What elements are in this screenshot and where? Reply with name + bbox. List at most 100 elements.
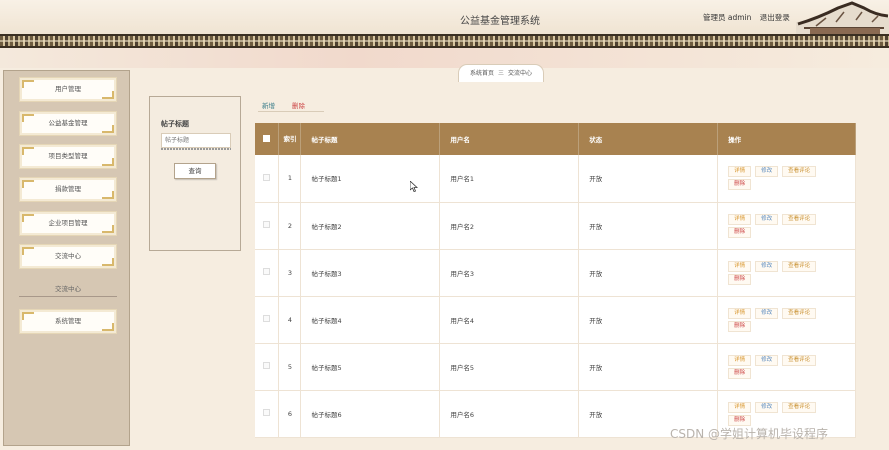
column-header-title: 帖子标题 — [300, 123, 441, 155]
row-status: 开放 — [578, 343, 719, 391]
mouse-cursor-icon — [410, 181, 418, 192]
view-comments-button[interactable]: 查看评论 — [782, 166, 817, 178]
breadcrumb-separator-icon: 三 — [497, 70, 504, 77]
detail-button[interactable]: 详情 — [728, 354, 752, 366]
submenu-divider — [19, 296, 117, 297]
row-title: 帖子标题4 — [300, 296, 441, 344]
row-actions: 详情 修改 查看评论删除 — [717, 155, 856, 203]
row-username: 用户名5 — [439, 343, 580, 391]
posts-table: 索引 帖子标题 用户名 状态 操作 1 帖子标题1 用户名1 开放 详情 修改 查看评论 删除… — [255, 123, 856, 438]
top-header: 公益基金管理系统 管理员 admin 退出登录 — [0, 0, 889, 36]
row-username: 用户名3 — [439, 249, 580, 297]
search-label: 帖子标题 — [161, 120, 189, 128]
breadcrumb: 系统首页三交流中心 — [458, 64, 544, 82]
row-status: 开放 — [578, 155, 719, 203]
detail-button[interactable]: 详情 — [728, 213, 752, 225]
view-comments-button[interactable]: 查看评论 — [782, 260, 817, 272]
current-user-label: 管理员 admin — [703, 13, 752, 22]
pavilion-roof-icon — [796, 1, 889, 36]
view-comments-button[interactable]: 查看评论 — [782, 213, 817, 225]
add-button[interactable]: 新增 — [262, 100, 275, 110]
row-index: 5 — [278, 343, 302, 391]
decorative-sky-strip — [0, 48, 889, 68]
user-area: 管理员 admin 退出登录 — [703, 12, 796, 23]
row-checkbox[interactable] — [255, 155, 280, 203]
search-input-underline — [161, 148, 231, 150]
table-header-row: 索引 帖子标题 用户名 状态 操作 — [255, 123, 856, 155]
table-row: 1 帖子标题1 用户名1 开放 详情 修改 查看评论删除 — [255, 155, 856, 203]
submenu-exchange-center[interactable]: 交流中心 — [19, 283, 117, 293]
row-checkbox[interactable] — [255, 343, 280, 391]
row-actions: 详情 修改 查看评论删除 — [717, 202, 856, 250]
row-delete-button[interactable]: 删除 — [728, 273, 752, 285]
column-header-username: 用户名 — [439, 123, 580, 155]
app-title: 公益基金管理系统 — [460, 16, 540, 27]
row-delete-button[interactable]: 删除 — [728, 226, 752, 238]
sidebar: 用户管理 公益基金管理 项目类型管理 捐款管理 企业项目管理 交流中心 交流中心… — [3, 70, 130, 446]
row-title: 帖子标题6 — [300, 390, 441, 438]
sidebar-item-enterprise-project[interactable]: 企业项目管理 — [19, 211, 117, 236]
search-input[interactable] — [161, 133, 231, 148]
row-status: 开放 — [578, 249, 719, 297]
view-comments-button[interactable]: 查看评论 — [782, 307, 817, 319]
row-delete-button[interactable]: 删除 — [728, 414, 752, 426]
detail-button[interactable]: 详情 — [728, 260, 752, 272]
table-row: 4 帖子标题4 用户名4 开放 详情 修改 查看评论删除 — [255, 296, 856, 344]
table-row: 5 帖子标题5 用户名5 开放 详情 修改 查看评论删除 — [255, 343, 856, 391]
delete-button[interactable]: 删除 — [292, 100, 305, 110]
decorative-pattern-band — [0, 34, 889, 48]
row-username: 用户名2 — [439, 202, 580, 250]
edit-button[interactable]: 修改 — [755, 401, 779, 413]
row-index: 4 — [278, 296, 302, 344]
sidebar-item-exchange-center[interactable]: 交流中心 — [19, 244, 117, 269]
row-title: 帖子标题1 — [300, 155, 441, 203]
view-comments-button[interactable]: 查看评论 — [782, 401, 817, 413]
sidebar-item-charity-fund[interactable]: 公益基金管理 — [19, 111, 117, 136]
row-username: 用户名1 — [439, 155, 580, 203]
row-status: 开放 — [578, 296, 719, 344]
sidebar-item-donation[interactable]: 捐款管理 — [19, 177, 117, 202]
row-actions: 详情 修改 查看评论删除 — [717, 343, 856, 391]
column-header-actions: 操作 — [717, 123, 856, 155]
detail-button[interactable]: 详情 — [728, 307, 752, 319]
edit-button[interactable]: 修改 — [755, 260, 779, 272]
row-delete-button[interactable]: 删除 — [728, 179, 752, 191]
row-username: 用户名6 — [439, 390, 580, 438]
select-all-checkbox[interactable] — [255, 123, 280, 155]
table-row: 3 帖子标题3 用户名3 开放 详情 修改 查看评论 删除 — [255, 249, 856, 297]
detail-button[interactable]: 详情 — [728, 166, 752, 178]
edit-button[interactable]: 修改 — [755, 166, 779, 178]
row-status: 开放 — [578, 202, 719, 250]
table-body: 1 帖子标题1 用户名1 开放 详情 修改 查看评论 删除 2 帖子标题2 用户名2 开放 详情 修改 查看… — [255, 155, 856, 438]
column-header-index: 索引 — [278, 123, 302, 155]
row-title: 帖子标题5 — [300, 343, 441, 391]
sidebar-item-user-management[interactable]: 用户管理 — [19, 77, 117, 102]
row-username: 用户名4 — [439, 296, 580, 344]
sidebar-item-system[interactable]: 系统管理 — [19, 309, 117, 334]
view-comments-button[interactable]: 查看评论 — [782, 354, 817, 366]
breadcrumb-home[interactable]: 系统首页 — [470, 70, 494, 77]
row-delete-button[interactable]: 删除 — [728, 320, 752, 332]
row-checkbox[interactable] — [255, 390, 280, 438]
edit-button[interactable]: 修改 — [755, 307, 779, 319]
row-checkbox[interactable] — [255, 249, 280, 297]
detail-button[interactable]: 详情 — [728, 401, 752, 413]
watermark: CSDN @学姐计算机毕设程序 — [670, 427, 829, 441]
row-checkbox[interactable] — [255, 296, 280, 344]
row-actions: 详情 修改 查看评论删除 — [717, 296, 856, 344]
row-delete-button[interactable]: 删除 — [728, 367, 752, 379]
logout-link[interactable]: 退出登录 — [760, 13, 790, 22]
table-row: 2 帖子标题2 用户名2 开放 详情 修改 查看评论删除 — [255, 202, 856, 250]
row-index: 2 — [278, 202, 302, 250]
row-actions: 详情 修改 查看评论删除 — [717, 249, 856, 297]
edit-button[interactable]: 修改 — [755, 354, 779, 366]
row-title: 帖子标题2 — [300, 202, 441, 250]
edit-button[interactable]: 修改 — [755, 213, 779, 225]
row-index: 1 — [278, 155, 302, 203]
sidebar-item-project-type[interactable]: 项目类型管理 — [19, 144, 117, 169]
row-checkbox[interactable] — [255, 202, 280, 250]
column-header-status: 状态 — [578, 123, 719, 155]
breadcrumb-current: 交流中心 — [508, 70, 533, 77]
search-button[interactable]: 查询 — [174, 163, 216, 179]
row-title: 帖子标题3 — [300, 249, 441, 297]
